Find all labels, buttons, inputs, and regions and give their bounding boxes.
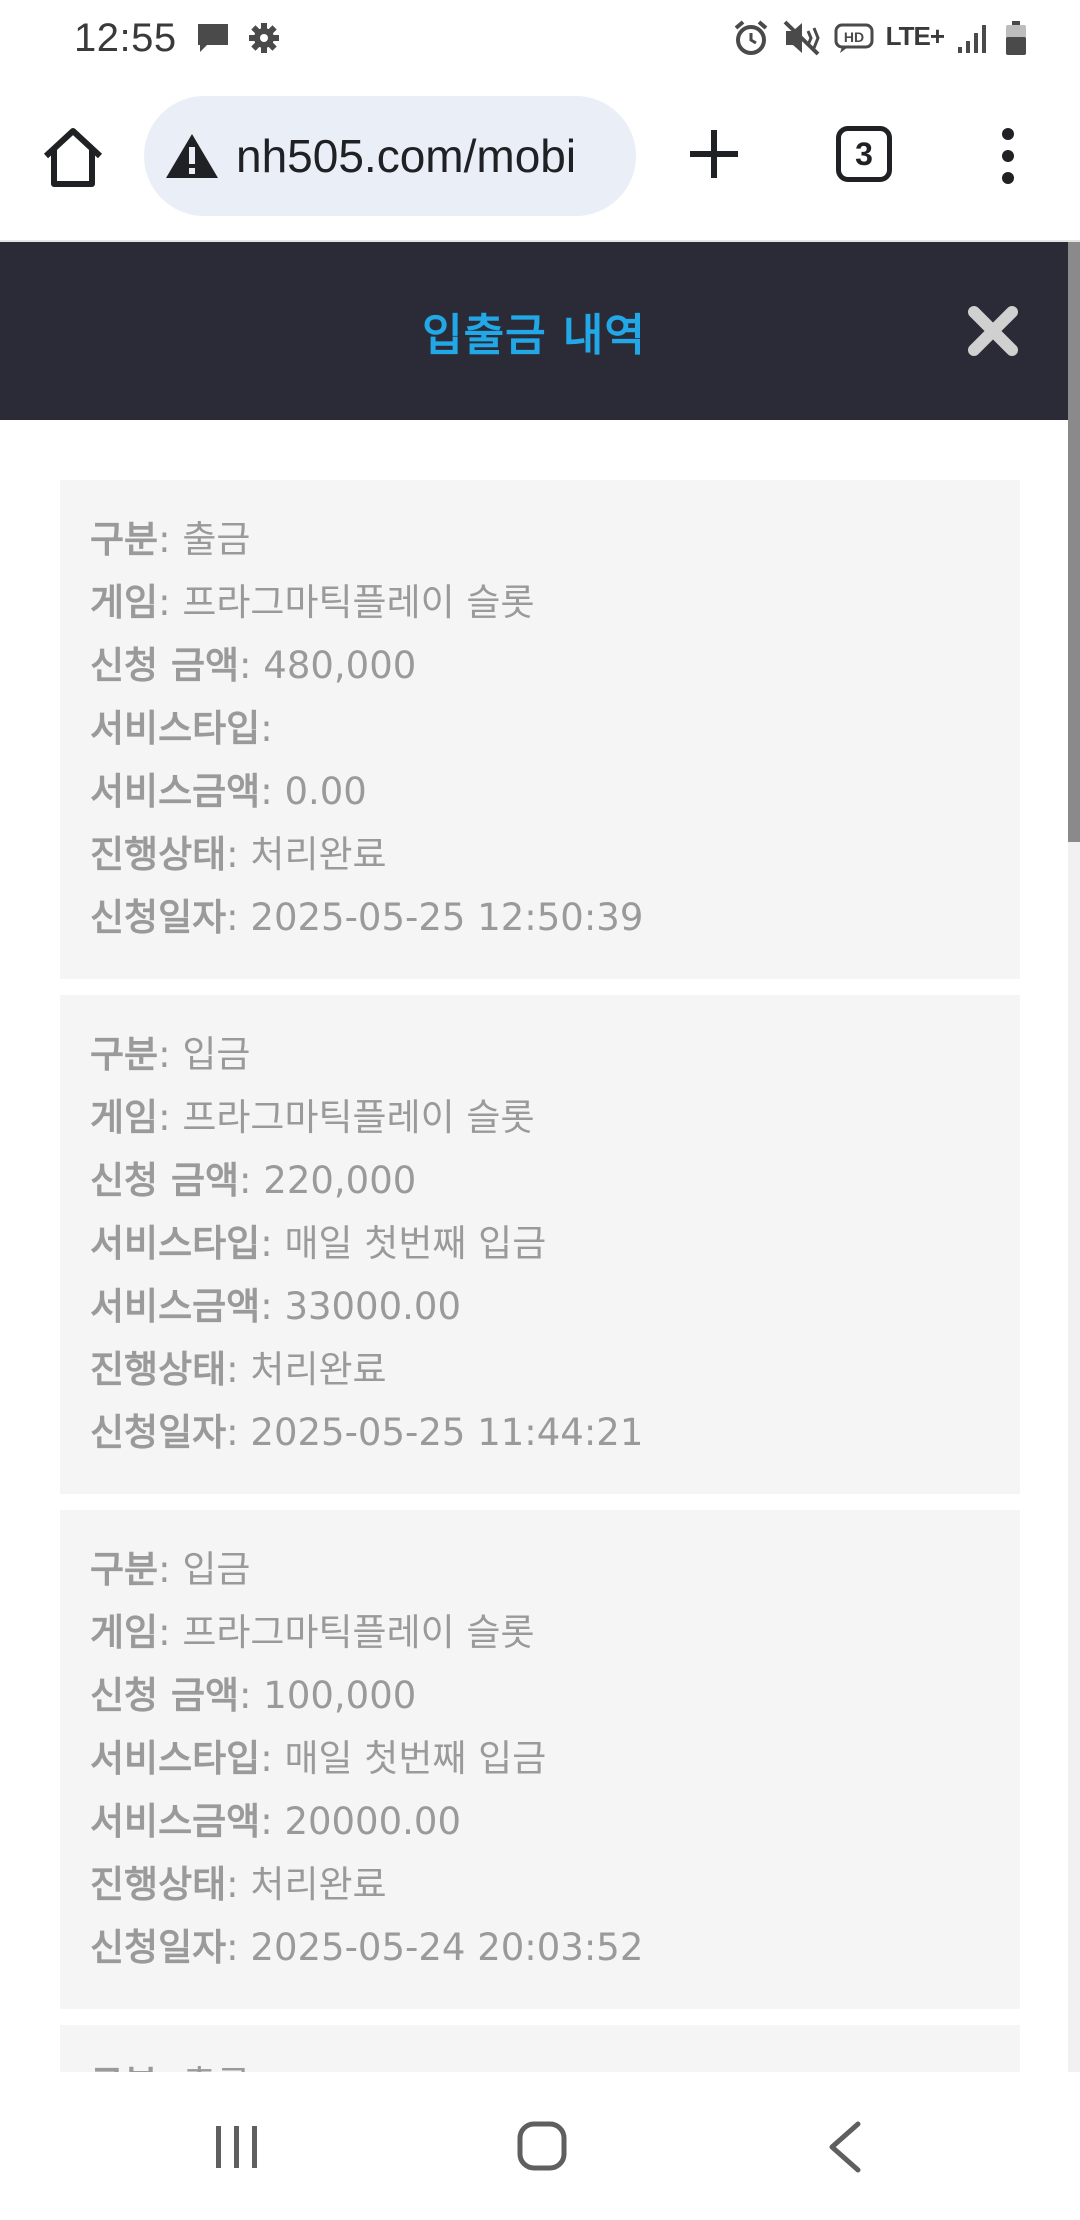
tab-switcher-button[interactable]: 3	[836, 126, 892, 182]
record-game: 게임: 프라그마틱플레이 슬롯	[90, 1611, 535, 1654]
status-left-icons	[195, 21, 281, 55]
record-type: 구분: 입금	[90, 1033, 251, 1076]
record-service-amount: 서비스금액: 0.00	[90, 770, 367, 813]
svg-text:HD: HD	[844, 29, 864, 45]
url-text[interactable]: nh505.com/mobi	[236, 129, 576, 183]
transaction-card: 구분: 출금 게임: 프라그마틱플레이 슬롯 신청 금액: 480,000 서비…	[60, 480, 1020, 979]
system-navigation-bar	[0, 2072, 1080, 2220]
new-tab-plus-icon[interactable]	[684, 124, 744, 184]
browser-toolbar: nh505.com/mobi 3	[0, 76, 1080, 242]
status-bar: 12:55 HD LTE+	[0, 0, 1080, 76]
page-title: 입출금 내역	[422, 310, 646, 361]
battery-icon	[1006, 21, 1026, 55]
network-type-label: LTE+	[885, 20, 945, 51]
record-amount: 신청 금액: 100,000	[90, 1674, 417, 1717]
close-icon[interactable]	[966, 304, 1020, 358]
signal-icon	[958, 25, 986, 53]
record-service-amount: 서비스금액: 20000.00	[90, 1800, 461, 1843]
record-status: 진행상태: 처리완료	[90, 833, 387, 876]
back-icon[interactable]	[824, 2120, 864, 2174]
settings-gear-icon	[248, 23, 279, 53]
more-options-icon[interactable]	[984, 126, 1032, 186]
record-service-type: 서비스타입: 매일 첫번째 입금	[90, 1222, 547, 1265]
record-date: 신청일자: 2025-05-25 12:50:39	[90, 896, 644, 939]
record-game: 게임: 프라그마틱플레이 슬롯	[90, 581, 535, 624]
page-header: 입출금 내역	[0, 242, 1068, 420]
transaction-card: 구분: 입금 게임: 프라그마틱플레이 슬롯 신청 금액: 220,000 서비…	[60, 995, 1020, 1494]
record-game: 게임: 프라그마틱플레이 슬롯	[90, 1096, 535, 1139]
record-date: 신청일자: 2025-05-25 11:44:21	[90, 1411, 644, 1454]
address-bar[interactable]: nh505.com/mobi	[144, 96, 636, 216]
record-type: 구분: 출금	[90, 2053, 990, 2072]
home-icon[interactable]	[38, 122, 108, 192]
record-service-amount: 서비스금액: 33000.00	[90, 1285, 461, 1328]
record-amount: 신청 금액: 220,000	[90, 1159, 417, 1202]
record-service-type: 서비스타입: 매일 첫번째 입금	[90, 1737, 547, 1780]
alarm-icon	[734, 20, 767, 55]
record-status: 진행상태: 처리완료	[90, 1348, 387, 1391]
status-right-icons: HD LTE+	[732, 19, 1028, 57]
hd-voice-icon: HD	[834, 23, 874, 53]
vibrate-mute-icon	[783, 20, 820, 56]
transaction-card: 구분: 출금 게임:	[60, 2025, 1020, 2072]
tab-count: 3	[855, 135, 873, 172]
record-service-type: 서비스타입:	[90, 707, 273, 750]
recent-apps-icon[interactable]	[212, 2122, 262, 2172]
record-type: 구분: 출금	[90, 518, 251, 561]
record-status: 진행상태: 처리완료	[90, 1863, 387, 1906]
record-amount: 신청 금액: 480,000	[90, 644, 417, 687]
warning-icon[interactable]	[164, 131, 220, 181]
record-type: 구분: 입금	[90, 1548, 251, 1591]
status-time: 12:55	[74, 15, 177, 60]
record-date: 신청일자: 2025-05-24 20:03:52	[90, 1926, 644, 1969]
transaction-list: 구분: 출금 게임: 프라그마틱플레이 슬롯 신청 금액: 480,000 서비…	[0, 420, 1068, 2072]
home-button-icon[interactable]	[516, 2120, 568, 2172]
message-icon	[197, 24, 228, 52]
scrollbar-thumb[interactable]	[1068, 242, 1080, 842]
transaction-card: 구분: 입금 게임: 프라그마틱플레이 슬롯 신청 금액: 100,000 서비…	[60, 1510, 1020, 2009]
